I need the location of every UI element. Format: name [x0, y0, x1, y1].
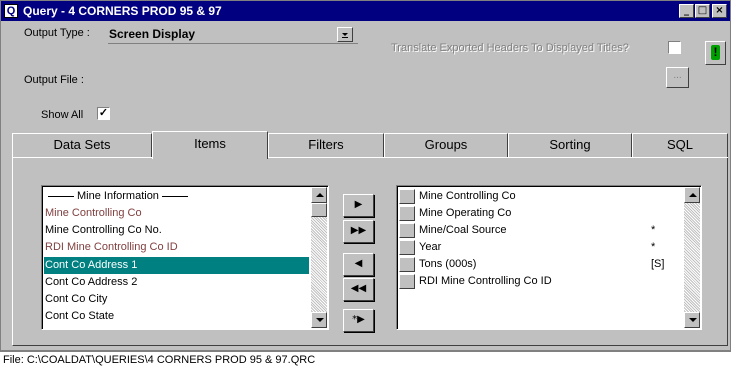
- list-item[interactable]: Mine Controlling Co: [45, 205, 142, 222]
- scroll-thumb[interactable]: [311, 203, 327, 217]
- translate-headers-checkbox[interactable]: [668, 41, 681, 54]
- scroll-down-icon[interactable]: [684, 312, 700, 328]
- list-item[interactable]: RDI Mine Controlling Co ID: [45, 239, 178, 256]
- window-title: Query - 4 CORNERS PROD 95 & 97: [23, 4, 222, 18]
- exclamation-icon: !: [711, 45, 720, 60]
- selected-item-label: Year: [419, 241, 442, 253]
- translate-headers-label: Translate Exported Headers To Displayed …: [391, 42, 629, 54]
- add-special-item-button[interactable]: *▶: [343, 309, 374, 332]
- divider-line: [48, 195, 74, 197]
- remove-all-items-button[interactable]: ◀◀: [343, 278, 374, 301]
- tab-groups[interactable]: Groups: [384, 133, 508, 157]
- selected-item-label: Mine Controlling Co: [419, 190, 516, 202]
- selected-item-label: RDI Mine Controlling Co ID: [419, 275, 552, 287]
- output-type-value: Screen Display: [109, 27, 196, 41]
- tab-sql[interactable]: SQL: [632, 133, 728, 157]
- row-handle[interactable]: [399, 274, 415, 289]
- add-item-button[interactable]: ▶: [343, 194, 374, 217]
- add-all-items-button[interactable]: ▶▶: [343, 220, 374, 243]
- available-items-list[interactable]: Mine Information Mine Controlling Co Min…: [41, 185, 329, 330]
- list-item[interactable]: Mine Controlling Co No.: [45, 222, 162, 239]
- minimize-button[interactable]: _: [679, 4, 694, 18]
- left-list-scrollbar[interactable]: [311, 187, 327, 328]
- selected-item-flag: *: [651, 241, 656, 253]
- tab-sorting[interactable]: Sorting: [508, 133, 632, 157]
- remove-item-button[interactable]: ◀: [343, 253, 374, 276]
- status-file-path: File: C:\COALDAT\QUERIES\4 CORNERS PROD …: [3, 354, 316, 366]
- browse-output-file-button[interactable]: ...: [666, 67, 689, 88]
- list-item-selected[interactable]: Cont Co Address 1: [44, 257, 309, 274]
- execute-query-button[interactable]: !: [705, 41, 726, 65]
- output-file-label: Output File :: [24, 74, 84, 86]
- scroll-up-icon[interactable]: [311, 187, 327, 203]
- selected-item-row[interactable]: Mine Operating Co: [399, 205, 679, 222]
- close-button[interactable]: ×: [712, 4, 727, 18]
- tab-data-sets[interactable]: Data Sets: [12, 133, 152, 157]
- selected-item-flag: *: [651, 224, 656, 236]
- tab-filters[interactable]: Filters: [268, 133, 384, 157]
- list-item[interactable]: Cont Co City: [45, 291, 107, 308]
- status-bar: File: C:\COALDAT\QUERIES\4 CORNERS PROD …: [0, 351, 731, 369]
- scroll-up-icon[interactable]: [684, 187, 700, 203]
- selected-item-label: Mine Operating Co: [419, 207, 512, 219]
- divider-line: [161, 195, 188, 197]
- row-handle[interactable]: [399, 189, 415, 204]
- row-handle[interactable]: [399, 206, 415, 221]
- selected-item-label: Mine/Coal Source: [419, 224, 507, 236]
- selected-item-row[interactable]: Year *: [399, 239, 679, 256]
- title-bar[interactable]: Q Query - 4 CORNERS PROD 95 & 97 _ □ ×: [1, 1, 730, 21]
- selected-item-label: Tons (000s): [419, 258, 477, 270]
- tab-strip: Data Sets Items Filters Groups Sorting S…: [12, 131, 728, 159]
- list-group-header: Mine Information: [45, 188, 191, 205]
- selected-item-flag: [S]: [651, 258, 665, 270]
- list-item[interactable]: Cont Co State: [45, 308, 114, 325]
- output-type-dropdown[interactable]: Screen Display: [108, 25, 358, 44]
- selected-item-row[interactable]: Mine Controlling Co: [399, 188, 679, 205]
- query-app-icon: Q: [4, 4, 18, 18]
- dropdown-arrow-icon[interactable]: [337, 27, 353, 42]
- right-list-scrollbar[interactable]: [684, 187, 700, 328]
- selected-item-row[interactable]: Tons (000s) [S]: [399, 256, 679, 273]
- selected-item-row[interactable]: RDI Mine Controlling Co ID: [399, 273, 679, 290]
- output-type-label: Output Type :: [24, 27, 90, 39]
- scroll-down-icon[interactable]: [311, 312, 327, 328]
- show-all-label: Show All: [41, 109, 84, 121]
- row-handle[interactable]: [399, 223, 415, 238]
- maximize-button[interactable]: □: [695, 4, 710, 18]
- group-header-label: Mine Information: [77, 190, 159, 202]
- list-item[interactable]: Cont Co Address 2: [45, 274, 137, 291]
- selected-item-row[interactable]: Mine/Coal Source *: [399, 222, 679, 239]
- show-all-checkbox[interactable]: ✓: [97, 107, 110, 120]
- row-handle[interactable]: [399, 257, 415, 272]
- row-handle[interactable]: [399, 240, 415, 255]
- tab-items[interactable]: Items: [152, 131, 268, 159]
- selected-items-list[interactable]: Mine Controlling Co Mine Operating Co Mi…: [396, 185, 702, 330]
- query-window: Q Query - 4 CORNERS PROD 95 & 97 _ □ × O…: [0, 0, 731, 351]
